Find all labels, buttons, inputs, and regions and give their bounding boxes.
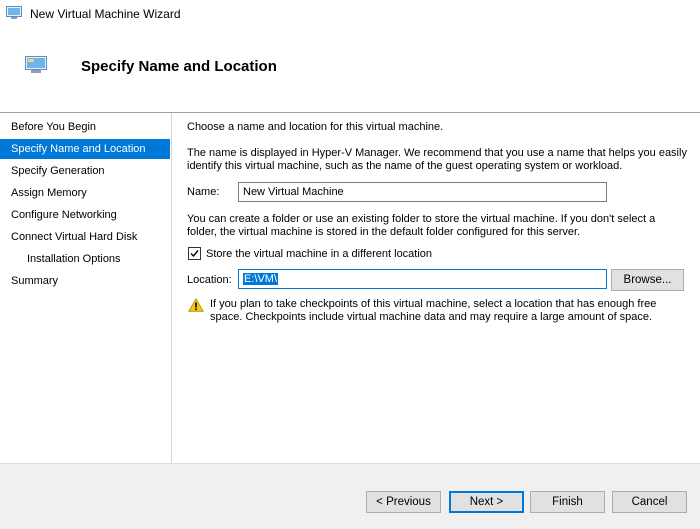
store-location-checkbox[interactable]	[188, 247, 201, 260]
warning-line-1: If you plan to take checkpoints of this …	[210, 298, 657, 310]
store-location-label[interactable]: Store the virtual machine in a different…	[206, 248, 432, 261]
previous-button[interactable]: < Previous	[366, 491, 441, 513]
step-assign-memory[interactable]: Assign Memory	[0, 183, 170, 203]
step-specify-name-and-location[interactable]: Specify Name and Location	[0, 139, 170, 159]
vm-header-icon	[25, 56, 47, 73]
next-button[interactable]: Next >	[449, 491, 524, 513]
intro-text: Choose a name and location for this virt…	[187, 121, 444, 133]
title-bar: New Virtual Machine Wizard	[0, 0, 700, 28]
description-line-1: The name is displayed in Hyper-V Manager…	[187, 147, 687, 159]
step-installation-options[interactable]: Installation Options	[0, 249, 170, 269]
page-title: Specify Name and Location	[81, 58, 277, 75]
name-input[interactable]	[238, 182, 607, 202]
description-line-2: identify this virtual machine, such as t…	[187, 160, 623, 172]
vm-window-icon	[6, 6, 22, 19]
step-before-you-begin[interactable]: Before You Begin	[0, 117, 170, 137]
step-configure-networking[interactable]: Configure Networking	[0, 205, 170, 225]
checkmark-icon	[190, 250, 199, 258]
browse-button[interactable]: Browse...	[611, 269, 684, 291]
location-value: E:\VM\	[243, 273, 279, 285]
warning-line-2: space. Checkpoints include virtual machi…	[210, 311, 653, 323]
folder-description-line-1: You can create a folder or use an existi…	[187, 213, 656, 225]
folder-description-line-2: folder, the virtual machine is stored in…	[187, 226, 581, 238]
wizard-footer: < Previous Next > Finish Cancel	[0, 463, 700, 529]
warning-icon	[188, 298, 204, 312]
step-specify-generation[interactable]: Specify Generation	[0, 161, 170, 181]
cancel-button[interactable]: Cancel	[612, 491, 687, 513]
location-label: Location:	[187, 274, 232, 286]
step-connect-virtual-hard-disk[interactable]: Connect Virtual Hard Disk	[0, 227, 170, 247]
finish-button[interactable]: Finish	[530, 491, 605, 513]
name-label: Name:	[187, 186, 220, 198]
step-summary[interactable]: Summary	[0, 271, 170, 291]
wizard-header: Specify Name and Location	[0, 28, 700, 113]
window-title: New Virtual Machine Wizard	[30, 7, 181, 21]
wizard-step-list: Before You Begin Specify Name and Locati…	[0, 113, 172, 463]
location-input[interactable]: E:\VM\	[238, 269, 607, 289]
